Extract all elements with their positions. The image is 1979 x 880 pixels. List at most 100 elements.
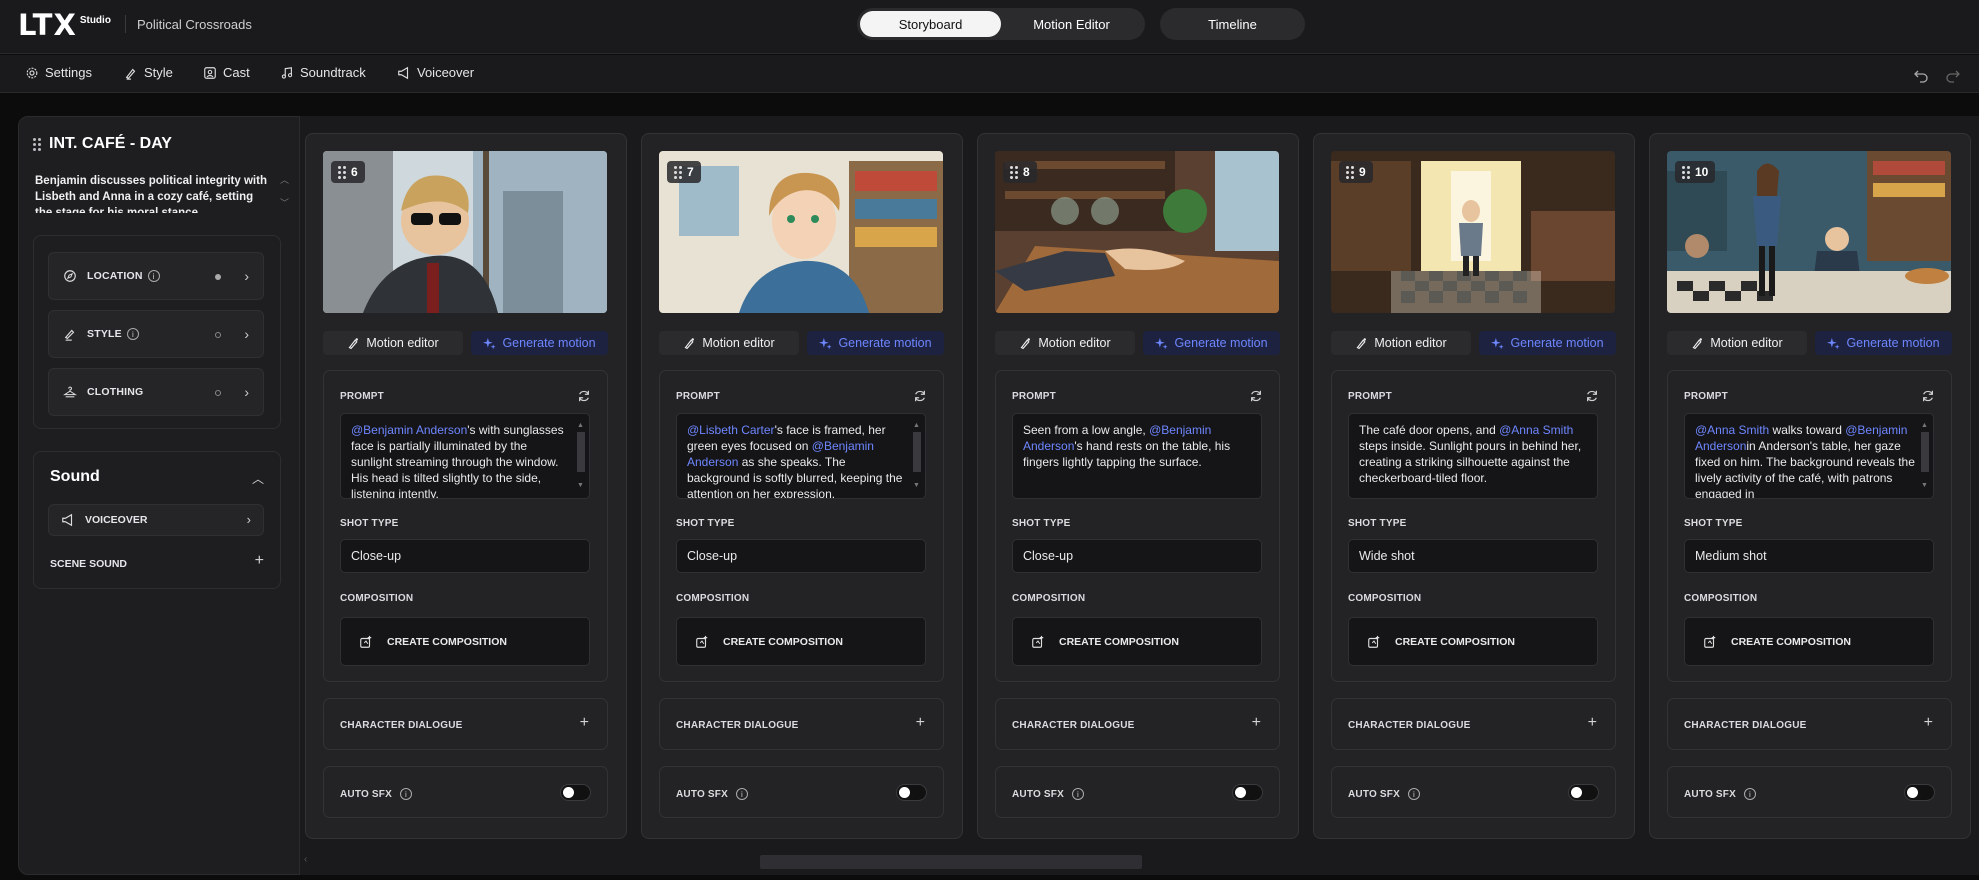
auto-sfx-toggle[interactable] (896, 784, 927, 801)
auto-sfx-toggle[interactable] (560, 784, 591, 801)
add-dialogue-button[interactable]: + (580, 714, 589, 732)
shot-thumbnail[interactable]: 6 (323, 151, 607, 313)
auto-sfx-toggle[interactable] (1568, 784, 1599, 801)
character-dialogue-section[interactable]: CHARACTER DIALOGUE + (1331, 698, 1616, 750)
add-dialogue-button[interactable]: + (1588, 714, 1597, 732)
horizontal-scrollbar[interactable] (760, 855, 1142, 869)
create-composition-button[interactable]: CREATE COMPOSITION (676, 617, 926, 666)
generate-motion-button[interactable]: Generate motion (1815, 331, 1952, 355)
character-dialogue-section[interactable]: CHARACTER DIALOGUE + (995, 698, 1280, 750)
motion-editor-button[interactable]: Motion editor (995, 331, 1135, 355)
motion-editor-button[interactable]: Motion editor (1667, 331, 1807, 355)
add-dialogue-button[interactable]: + (1252, 714, 1261, 732)
cast-button[interactable]: Cast (203, 65, 250, 80)
shot-thumbnail[interactable]: 7 (659, 151, 943, 313)
add-scene-sound-button[interactable]: + (255, 552, 264, 570)
info-icon[interactable]: i (1743, 788, 1756, 800)
refresh-icon[interactable] (1585, 389, 1599, 403)
refresh-icon[interactable] (1921, 389, 1935, 403)
generate-motion-button[interactable]: Generate motion (1479, 331, 1616, 355)
scroll-down-icon[interactable]: ▼ (913, 478, 920, 494)
refresh-icon[interactable] (1249, 389, 1263, 403)
info-icon[interactable]: i (1071, 788, 1084, 800)
generate-motion-button[interactable]: Generate motion (1143, 331, 1280, 355)
character-dialogue-section[interactable]: CHARACTER DIALOGUE + (1667, 698, 1952, 750)
auto-sfx-toggle[interactable] (1904, 784, 1935, 801)
create-composition-button[interactable]: CREATE COMPOSITION (340, 617, 590, 666)
character-mention[interactable]: @Anna Smith (1695, 423, 1769, 437)
attribute-location[interactable]: LOCATION i › (48, 252, 264, 300)
info-icon[interactable]: i (399, 788, 412, 800)
drag-handle-icon[interactable] (33, 138, 41, 151)
prompt-input[interactable]: @Benjamin Anderson's with sunglasses fac… (340, 413, 590, 499)
scene-header[interactable]: INT. CAFÉ - DAY (33, 135, 172, 153)
tab-timeline[interactable]: Timeline (1160, 8, 1305, 40)
chevron-up-icon[interactable]: ︿ (280, 173, 289, 186)
description-scroll[interactable]: ︿ ﹀ (280, 173, 289, 209)
scroll-down-icon[interactable]: ▼ (1921, 478, 1928, 494)
prompt-input[interactable]: @Lisbeth Carter's face is framed, her gr… (676, 413, 926, 499)
shot-thumbnail[interactable]: 9 (1331, 151, 1615, 313)
shot-type-field[interactable]: Wide shot (1348, 539, 1598, 573)
scroll-left-icon[interactable]: ‹ (304, 854, 307, 865)
info-icon[interactable]: i (147, 270, 160, 282)
character-mention[interactable]: @Benjamin Anderson (351, 423, 467, 437)
character-dialogue-section[interactable]: CHARACTER DIALOGUE + (323, 698, 608, 750)
character-mention[interactable]: @Anna Smith (1499, 423, 1573, 437)
prompt-input[interactable]: The café door opens, and @Anna Smith ste… (1348, 413, 1598, 499)
chevron-down-icon[interactable]: ﹀ (280, 196, 289, 209)
voiceover-row[interactable]: VOICEOVER › (48, 504, 264, 536)
shot-number-badge[interactable]: 8 (1003, 161, 1037, 183)
refresh-icon[interactable] (577, 389, 591, 403)
add-dialogue-button[interactable]: + (1924, 714, 1933, 732)
scroll-down-icon[interactable]: ▼ (577, 478, 584, 494)
scrollbar-thumb[interactable] (1921, 432, 1929, 472)
character-mention[interactable]: @Lisbeth Carter (687, 423, 775, 437)
drag-handle-icon[interactable] (674, 166, 682, 179)
info-icon[interactable]: i (126, 328, 139, 340)
motion-editor-button[interactable]: Motion editor (323, 331, 463, 355)
shot-thumbnail[interactable]: 8 (995, 151, 1279, 313)
attribute-style[interactable]: STYLE i › (48, 310, 264, 358)
settings-button[interactable]: Settings (25, 65, 92, 80)
drag-handle-icon[interactable] (1010, 166, 1018, 179)
character-dialogue-section[interactable]: CHARACTER DIALOGUE + (659, 698, 944, 750)
ltx-logo[interactable]: LTX Studio (18, 10, 111, 40)
tab-storyboard[interactable]: Storyboard (860, 11, 1001, 37)
prompt-scrollbar[interactable]: ▲ ▼ (576, 418, 586, 494)
auto-sfx-toggle[interactable] (1232, 784, 1263, 801)
shot-number-badge[interactable]: 7 (667, 161, 701, 183)
prompt-scrollbar[interactable]: ▲ ▼ (912, 418, 922, 494)
add-dialogue-button[interactable]: + (916, 714, 925, 732)
shot-thumbnail[interactable]: 10 (1667, 151, 1951, 313)
info-icon[interactable]: i (1407, 788, 1420, 800)
chevron-up-icon[interactable]: ︿ (252, 470, 264, 487)
prompt-input[interactable]: Seen from a low angle, @Benjamin Anderso… (1012, 413, 1262, 499)
shot-type-field[interactable]: Close-up (1012, 539, 1262, 573)
shot-type-field[interactable]: Medium shot (1684, 539, 1934, 573)
prompt-input[interactable]: @Anna Smith walks toward @Benjamin Ander… (1684, 413, 1934, 499)
create-composition-button[interactable]: CREATE COMPOSITION (1012, 617, 1262, 666)
info-icon[interactable]: i (735, 788, 748, 800)
shot-number-badge[interactable]: 9 (1339, 161, 1373, 183)
project-title[interactable]: Political Crossroads (137, 17, 252, 32)
shot-type-field[interactable]: Close-up (676, 539, 926, 573)
shot-type-field[interactable]: Close-up (340, 539, 590, 573)
voiceover-button[interactable]: Voiceover (397, 65, 474, 80)
soundtrack-button[interactable]: Soundtrack (280, 65, 366, 80)
drag-handle-icon[interactable] (338, 166, 346, 179)
scene-description[interactable]: Benjamin discusses political integrity w… (35, 173, 267, 213)
create-composition-button[interactable]: CREATE COMPOSITION (1684, 617, 1934, 666)
drag-handle-icon[interactable] (1682, 166, 1690, 179)
style-button[interactable]: Style (124, 65, 173, 80)
scrollbar-thumb[interactable] (913, 432, 921, 472)
shot-number-badge[interactable]: 6 (331, 161, 365, 183)
shot-number-badge[interactable]: 10 (1675, 161, 1716, 183)
tab-motion-editor[interactable]: Motion Editor (1001, 11, 1142, 37)
generate-motion-button[interactable]: Generate motion (807, 331, 944, 355)
redo-icon[interactable] (1945, 67, 1961, 83)
create-composition-button[interactable]: CREATE COMPOSITION (1348, 617, 1598, 666)
motion-editor-button[interactable]: Motion editor (1331, 331, 1471, 355)
scrollbar-thumb[interactable] (577, 432, 585, 472)
motion-editor-button[interactable]: Motion editor (659, 331, 799, 355)
